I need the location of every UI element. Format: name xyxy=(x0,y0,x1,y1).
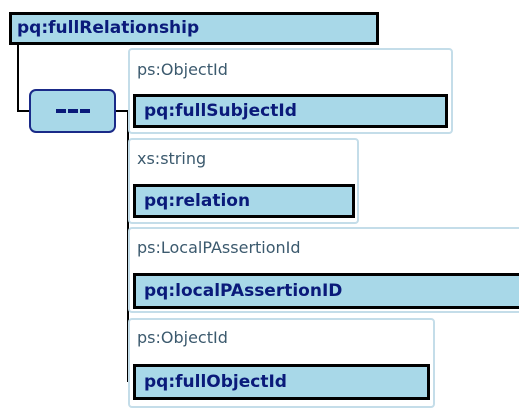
root-element[interactable]: pq:fullRelationship xyxy=(9,12,379,45)
sequence-icon xyxy=(55,109,91,113)
type-label-relation: xs:string xyxy=(137,149,207,168)
element-label-full-object-id: pq:fullObjectId xyxy=(144,371,287,392)
type-label-local-passertion-id: ps:LocalPAssertionId xyxy=(137,238,301,257)
element-label-local-passertion-id: pq:localPAssertionID xyxy=(144,280,343,301)
root-element-label: pq:fullRelationship xyxy=(17,18,200,38)
element-relation[interactable]: pq:relation xyxy=(133,184,355,218)
type-label-full-subject-id: ps:ObjectId xyxy=(137,60,228,79)
element-full-object-id[interactable]: pq:fullObjectId xyxy=(133,364,430,400)
element-label-full-subject-id: pq:fullSubjectId xyxy=(144,100,297,121)
element-label-relation: pq:relation xyxy=(144,190,251,211)
sequence-compositor[interactable] xyxy=(29,89,116,133)
element-full-subject-id[interactable]: pq:fullSubjectId xyxy=(133,94,448,128)
element-local-passertion-id[interactable]: pq:localPAssertionID xyxy=(133,273,519,309)
root-connector-vertical xyxy=(17,45,19,111)
type-label-full-object-id: ps:ObjectId xyxy=(137,328,228,347)
